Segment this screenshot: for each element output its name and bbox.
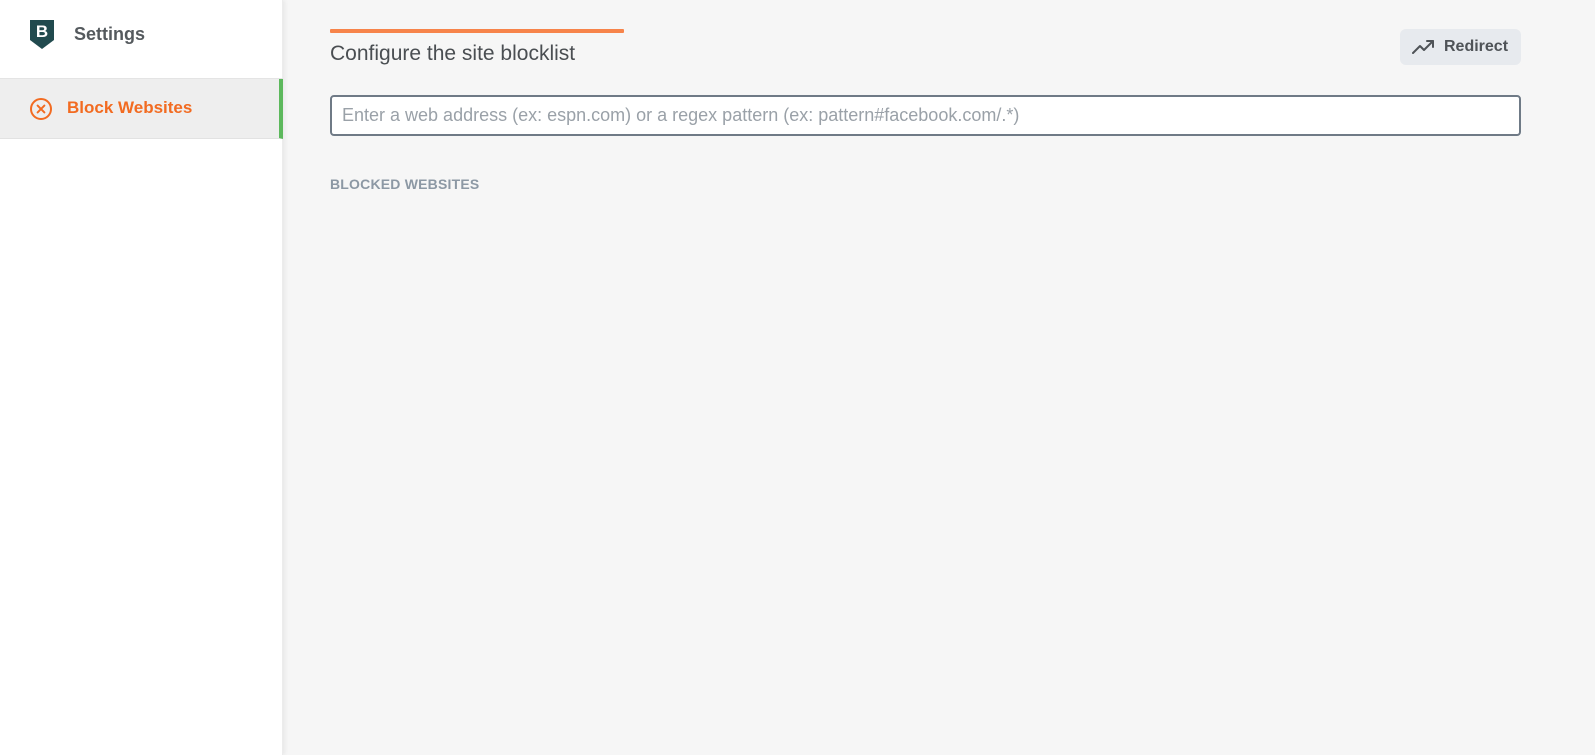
- close-circle-icon: [30, 98, 52, 120]
- sidebar-item-label: Block Websites: [67, 98, 193, 117]
- shield-logo-icon: B: [30, 20, 54, 49]
- trending-up-icon: [1412, 40, 1434, 54]
- main-content: Configure the site blocklist Redirect BL…: [283, 0, 1595, 755]
- sidebar-header: B Settings: [0, 0, 283, 79]
- blocked-websites-heading: BLOCKED WEBSITES: [330, 176, 480, 192]
- title-underline: [330, 29, 624, 33]
- blocklist-url-input[interactable]: [330, 95, 1521, 136]
- redirect-button-label: Redirect: [1444, 38, 1509, 55]
- logo-letter: B: [36, 22, 48, 41]
- redirect-button[interactable]: Redirect: [1400, 29, 1521, 65]
- sidebar-title: Settings: [74, 24, 146, 44]
- app-root: B Settings Block Websites Configure the …: [0, 0, 1595, 755]
- sidebar: B Settings Block Websites: [0, 0, 283, 755]
- sidebar-item-block-websites[interactable]: Block Websites: [0, 79, 283, 139]
- page-title: Configure the site blocklist: [330, 42, 576, 65]
